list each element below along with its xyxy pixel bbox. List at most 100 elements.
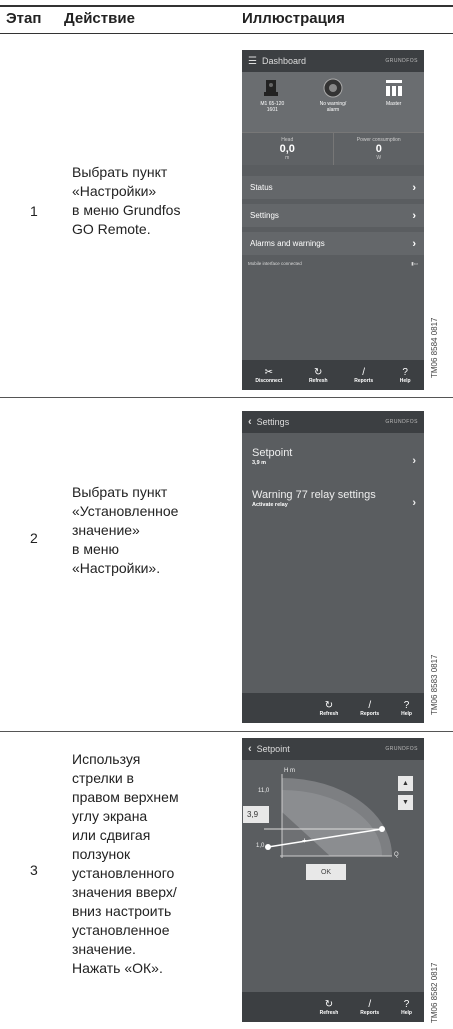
status-info: No warning/ alarm <box>305 78 360 113</box>
power-unit: W <box>376 155 382 161</box>
pump-icon <box>264 80 279 96</box>
screen-settings: ‹ Settings GRUNDFOS Setpoint 3,9 m › War… <box>242 411 424 723</box>
help-button[interactable]: ? Help <box>401 999 412 1016</box>
figure-code-3: TM06 8582 0817 <box>430 962 439 1024</box>
header-step: Этап <box>6 10 42 27</box>
chevron-up-icon: ▲ <box>402 780 409 787</box>
refresh-icon: ↻ <box>314 366 323 378</box>
reports-button[interactable]: / Reports <box>360 700 379 717</box>
settings-item-value: 3,9 m <box>252 460 267 466</box>
pencil-icon: / <box>362 366 366 378</box>
chevron-right-icon: › <box>412 237 416 250</box>
pump-curve-graph: + <box>264 774 392 858</box>
head-unit: m <box>285 155 290 161</box>
setpoint-value: 3,9 <box>247 810 259 819</box>
step-action-3: Используя стрелки в правом верхнем углу … <box>72 751 179 976</box>
grundfos-logo: GRUNDFOS <box>385 746 418 752</box>
y-axis-label: H m <box>284 768 295 774</box>
settings-item-value: Activate relay <box>252 502 288 508</box>
menu-item-label: Settings <box>250 211 279 220</box>
disconnect-icon: ✂ <box>264 366 273 378</box>
refresh-button[interactable]: ↻ Refresh <box>309 367 328 384</box>
menu-item-status[interactable]: Status › <box>242 176 424 199</box>
refresh-button[interactable]: ↻ Refresh <box>320 700 339 717</box>
header-action: Действие <box>64 10 135 27</box>
crosshair-icon: + <box>302 836 307 845</box>
step-action-2: Выбрать пункт «Установленное значение» в… <box>72 484 179 576</box>
screen-setpoint: ‹ Setpoint GRUNDFOS + H m 11,0 1,0 Q 3,9… <box>242 738 424 1022</box>
settings-item-warning-relay[interactable]: Warning 77 relay settings Activate relay… <box>242 467 424 509</box>
x-axis-label: Q <box>394 852 399 858</box>
dashboard-values: Head 0,0 m Power consumption 0 W <box>242 132 424 165</box>
tick-max-label: 11,0 <box>258 788 270 794</box>
tick-min-label: 1,0 <box>256 843 265 849</box>
chevron-right-icon: › <box>412 455 416 467</box>
screen-title: Dashboard <box>261 56 306 66</box>
top-rule <box>0 5 453 7</box>
dashboard-summary: M1 65-120 1601 No warning/ alarm Master <box>242 72 424 132</box>
grundfos-logo: GRUNDFOS <box>385 58 418 64</box>
curve-start-point[interactable] <box>265 844 271 850</box>
top-bar: ‹ Setpoint GRUNDFOS <box>242 738 424 760</box>
master-icon <box>385 80 402 96</box>
bottom-bar: ✂ Disconnect ↻ Refresh / Reports ? Help <box>242 360 424 390</box>
pump-label: M1 65-120 1601 <box>260 101 285 113</box>
refresh-icon: ↻ <box>324 699 334 711</box>
master-info: Master <box>366 78 421 107</box>
top-bar: ‹ Settings GRUNDFOS <box>242 411 424 433</box>
row-separator <box>0 397 453 398</box>
refresh-icon: ↻ <box>324 998 334 1010</box>
chevron-right-icon: › <box>412 497 416 509</box>
refresh-button[interactable]: ↻ Refresh <box>320 999 339 1016</box>
back-icon[interactable]: ‹ <box>248 743 252 755</box>
step-number-2: 2 <box>30 530 38 546</box>
header-illustration: Иллюстрация <box>242 10 345 27</box>
disconnect-button[interactable]: ✂ Disconnect <box>255 367 282 384</box>
arrow-up-button[interactable]: ▲ <box>398 776 413 791</box>
head-value-box: Head 0,0 m <box>242 133 334 165</box>
power-value-box: Power consumption 0 W <box>334 133 425 165</box>
pencil-icon: / <box>368 998 372 1010</box>
hamburger-icon[interactable]: ☰ <box>248 56 257 67</box>
status-label: No warning/ alarm <box>319 101 347 113</box>
back-icon[interactable]: ‹ <box>248 416 252 428</box>
bottom-bar: ↻ Refresh / Reports ? Help <box>242 693 424 723</box>
settings-item-title: Warning 77 relay settings <box>252 489 376 501</box>
setpoint-value-tag: 3,9 <box>243 806 269 823</box>
row-separator <box>0 731 453 732</box>
help-button[interactable]: ? Help <box>401 700 412 717</box>
menu-item-label: Status <box>250 183 273 192</box>
settings-item-title: Setpoint <box>252 447 293 459</box>
ok-button[interactable]: OK <box>306 864 346 880</box>
chevron-right-icon: › <box>412 181 416 194</box>
head-value: 0,0 <box>279 143 295 155</box>
power-value: 0 <box>375 143 382 155</box>
help-icon: ? <box>402 366 408 378</box>
signal-icon: ▮▭ <box>411 261 418 266</box>
step-action-1: Выбрать пункт «Настройки» в меню Grundfo… <box>72 164 181 237</box>
top-bar: ☰ Dashboard GRUNDFOS <box>242 50 424 72</box>
header-rule <box>0 33 453 34</box>
setpoint-handle[interactable] <box>379 826 385 832</box>
step-number-1: 1 <box>30 203 38 219</box>
help-button[interactable]: ? Help <box>400 367 411 384</box>
settings-item-setpoint[interactable]: Setpoint 3,9 m › <box>242 433 424 467</box>
bottom-bar: ↻ Refresh / Reports ? Help <box>242 992 424 1022</box>
connection-status: Mobile interface connected ▮▭ <box>242 261 424 267</box>
screen-title: Setpoint <box>256 744 290 754</box>
step-number-3: 3 <box>30 862 38 878</box>
pencil-icon: / <box>368 699 372 711</box>
reports-button[interactable]: / Reports <box>360 999 379 1016</box>
master-label: Master <box>386 101 402 107</box>
reports-button[interactable]: / Reports <box>354 367 373 384</box>
menu-item-settings[interactable]: Settings › <box>242 204 424 227</box>
help-icon: ? <box>403 699 410 711</box>
status-icon <box>323 78 343 98</box>
arrow-down-button[interactable]: ▼ <box>398 795 413 810</box>
pump-info: M1 65-120 1601 <box>245 78 300 113</box>
figure-code-2: TM06 8583 0817 <box>430 654 439 716</box>
menu-item-label: Alarms and warnings <box>250 239 325 248</box>
chevron-right-icon: › <box>412 209 416 222</box>
figure-code-1: TM06 8584 0817 <box>430 317 439 379</box>
menu-item-alarms[interactable]: Alarms and warnings › <box>242 232 424 255</box>
